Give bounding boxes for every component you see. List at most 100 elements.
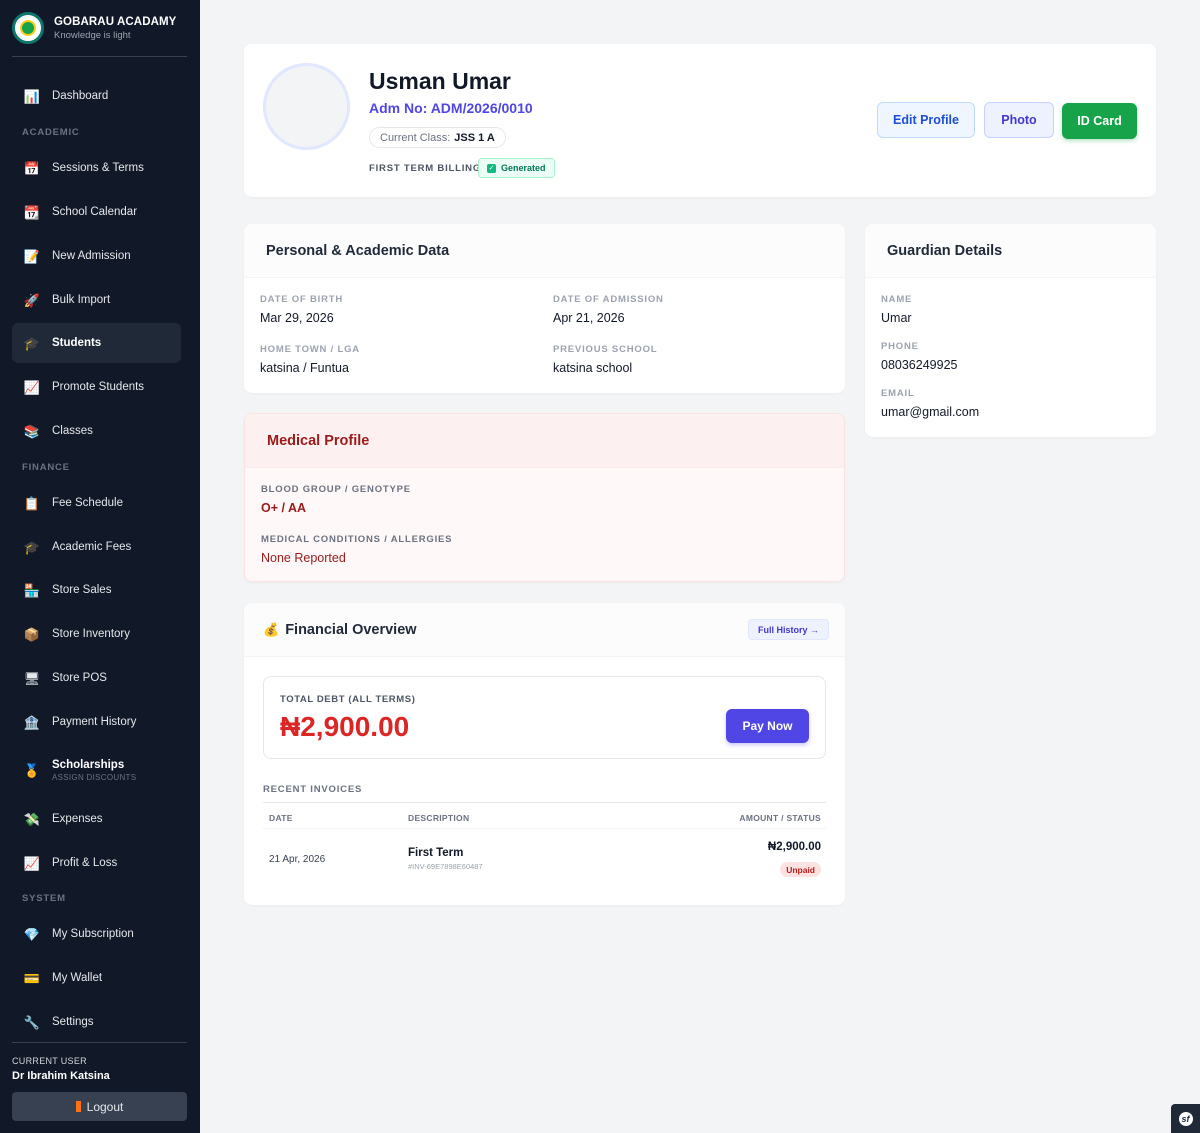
sidebar-item-label: Dashboard — [52, 90, 109, 102]
sidebar-item-label: Store Inventory — [52, 628, 130, 640]
sidebar-item-bulk-import[interactable]: 🚀 Bulk Import — [12, 280, 181, 320]
current-class-pill: Current Class: JSS 1 A — [369, 127, 506, 148]
current-user-label: CURRENT USER — [12, 1056, 87, 1066]
field-value: umar@gmail.com — [881, 405, 980, 419]
logout-label: Logout — [86, 1099, 124, 1114]
sidebar-item-store-pos[interactable]: 🖥 Store POS — [12, 658, 181, 698]
doa-field: DATE OF ADMISSION Apr 21, 2026 — [553, 294, 664, 325]
credit-card-icon: 💳 — [23, 970, 41, 986]
guardian-name-field: NAME Umar — [881, 294, 912, 325]
sidebar-item-students[interactable]: 🎓 Students — [12, 323, 181, 363]
store-icon: 🏪 — [23, 582, 41, 598]
sidebar-item-store-inventory[interactable]: 📦 Store Inventory — [12, 614, 181, 654]
field-label: BLOOD GROUP / GENOTYPE — [261, 484, 411, 495]
sidebar-item-school-calendar[interactable]: 📆 School Calendar — [12, 192, 181, 232]
avatar — [263, 63, 350, 150]
check-icon: ✓ — [487, 163, 496, 173]
sidebar-item-expenses[interactable]: 💸 Expenses — [12, 799, 181, 839]
card-title: Financial Overview — [285, 621, 417, 638]
sidebar-item-fee-schedule[interactable]: 📋 Fee Schedule — [12, 483, 181, 523]
student-name: Usman Umar — [369, 68, 511, 94]
total-debt-box: TOTAL DEBT (ALL TERMS) ₦2,900.00 Pay Now — [263, 676, 826, 759]
debt-amount: ₦2,900.00 — [280, 711, 410, 742]
brand[interactable]: GOBARAU ACADAMY Knowledge is light — [12, 12, 176, 44]
field-label: DATE OF ADMISSION — [553, 294, 664, 305]
billing-label: FIRST TERM BILLING: — [369, 163, 485, 174]
field-label: MEDICAL CONDITIONS / ALLERGIES — [261, 534, 453, 545]
medal-icon: 🏅 — [23, 762, 41, 778]
guardian-card: Guardian Details NAME Umar PHONE 0803624… — [865, 224, 1156, 437]
brand-tagline: Knowledge is light — [54, 29, 131, 41]
field-label: EMAIL — [881, 388, 915, 399]
sidebar-item-label: Sessions & Terms — [52, 162, 144, 174]
sidebar-item-my-wallet[interactable]: 💳 My Wallet — [12, 958, 181, 998]
graduation-cap-icon: 🎓 — [23, 335, 41, 351]
id-card-button[interactable]: ID Card — [1062, 103, 1137, 139]
sidebar-item-settings[interactable]: 🔧 Settings — [12, 1002, 181, 1042]
trend-chart-icon: 📈 — [23, 379, 41, 395]
admission-number: Adm No: ADM/2026/0010 — [369, 100, 533, 116]
full-history-link[interactable]: Full History → — [747, 619, 829, 640]
sidebar-item-sessions-terms[interactable]: 📅 Sessions & Terms — [12, 148, 181, 188]
profile-header-card: Usman Umar Adm No: ADM/2026/0010 Current… — [244, 44, 1156, 197]
money-wings-icon: 💸 — [23, 811, 41, 827]
field-label: NAME — [881, 294, 913, 305]
invoice-number: #INV-69E7898E60487 — [408, 862, 483, 871]
sidebar-item-my-subscription[interactable]: 💎 My Subscription — [12, 914, 181, 954]
sidebar-item-label: Students — [52, 337, 102, 349]
current-user-name: Dr Ibrahim Katsina — [12, 1070, 110, 1082]
column-header-amount: AMOUNT / STATUS — [739, 813, 821, 823]
money-bag-icon: 💰 — [263, 621, 280, 637]
document-icon: 📝 — [23, 248, 41, 264]
sidebar-item-store-sales[interactable]: 🏪 Store Sales — [12, 570, 181, 610]
sidebar-item-label: My Wallet — [52, 972, 103, 984]
sidebar-item-label: Expenses — [52, 813, 103, 825]
field-value: katsina / Funtua — [260, 361, 349, 375]
bank-icon: 🏦 — [23, 714, 41, 730]
books-icon: 📚 — [23, 423, 41, 439]
sidebar-item-label: Promote Students — [52, 381, 145, 393]
divider — [263, 828, 826, 829]
field-value: Umar — [881, 311, 912, 325]
brand-name: GOBARAU ACADAMY — [54, 15, 177, 28]
pay-now-button[interactable]: Pay Now — [726, 709, 809, 743]
sidebar-item-classes[interactable]: 📚 Classes — [12, 411, 181, 451]
chart-icon: 📊 — [23, 88, 41, 104]
sidebar-item-academic-fees[interactable]: 🎓 Academic Fees — [12, 527, 181, 567]
sidebar-item-profit-loss[interactable]: 📈 Profit & Loss — [12, 843, 181, 883]
rocket-icon: 🚀 — [23, 292, 41, 308]
field-value: None Reported — [261, 551, 346, 565]
blood-group-field: BLOOD GROUP / GENOTYPE O+ / AA — [261, 484, 411, 515]
sidebar-item-sublabel: ASSIGN DISCOUNTS — [52, 772, 137, 782]
personal-academic-card: Personal & Academic Data DATE OF BIRTH M… — [244, 224, 845, 393]
billing-status-badge: ✓ Generated — [478, 158, 555, 178]
field-label: PREVIOUS SCHOOL — [553, 344, 658, 355]
sidebar-item-scholarships[interactable]: 🏅 Scholarships ASSIGN DISCOUNTS — [12, 748, 181, 792]
sidebar-item-dashboard[interactable]: 📊 Dashboard — [12, 76, 181, 116]
section-system: SYSTEM — [22, 893, 66, 904]
sidebar-item-promote-students[interactable]: 📈 Promote Students — [12, 367, 181, 407]
calendar-icon: 📆 — [23, 204, 41, 220]
sidebar-item-payment-history[interactable]: 🏦 Payment History — [12, 702, 181, 742]
field-value: Mar 29, 2026 — [260, 311, 334, 325]
column-header-description: DESCRIPTION — [408, 813, 470, 823]
invoice-date: 21 Apr, 2026 — [269, 854, 326, 865]
symfony-icon: sf — [1178, 1111, 1193, 1126]
edit-profile-button[interactable]: Edit Profile — [877, 102, 975, 138]
diamond-icon: 💎 — [23, 926, 41, 942]
logout-button[interactable]: Logout — [12, 1092, 187, 1121]
debt-label: TOTAL DEBT (ALL TERMS) — [280, 694, 416, 705]
sidebar-item-new-admission[interactable]: 📝 New Admission — [12, 236, 181, 276]
sidebar-item-label: My Subscription — [52, 928, 134, 940]
photo-button[interactable]: Photo — [984, 102, 1054, 138]
invoice-amount: ₦2,900.00 — [767, 841, 821, 853]
package-icon: 📦 — [23, 626, 41, 642]
dob-field: DATE OF BIRTH Mar 29, 2026 — [260, 294, 343, 325]
field-value: 08036249925 — [881, 358, 958, 372]
divider — [12, 1042, 187, 1043]
card-title: Medical Profile — [245, 414, 844, 468]
financial-card: 💰 Financial Overview Full History → TOTA… — [244, 603, 845, 905]
debug-toolbar-button[interactable]: sf — [1171, 1104, 1200, 1133]
graduation-cap-icon: 🎓 — [23, 539, 41, 555]
field-label: DATE OF BIRTH — [260, 294, 344, 305]
